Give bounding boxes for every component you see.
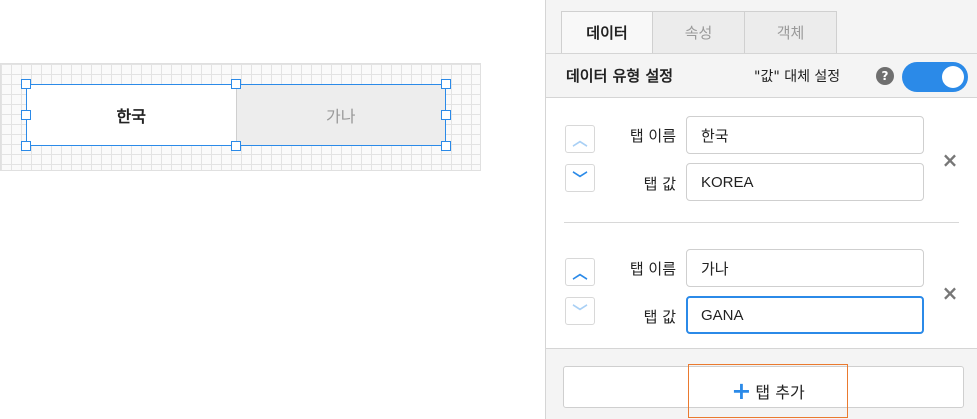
move-down-button[interactable]: ﹀ [565,297,595,325]
tab-value-label: 탭 값 [643,308,676,326]
tab-value-input[interactable] [686,296,924,334]
tab-properties[interactable]: 속성 [653,11,745,53]
tab-name-input[interactable] [686,249,924,287]
add-tab-button[interactable]: + 탭 추가 [688,364,848,418]
tab-item: ︿ ﹀ 탭 이름 탭 값 × [546,249,977,359]
remove-item-icon[interactable]: × [938,148,962,172]
resize-handle-bottom-left[interactable] [21,141,31,151]
section-title: 데이터 유형 설정 [566,67,674,85]
resize-handle-bottom[interactable] [231,141,241,151]
tab-item: ︿ ﹀ 탭 이름 탭 값 × [546,116,977,226]
data-type-settings-row: 데이터 유형 설정 "값" 대체 설정 ? [546,53,977,98]
remove-item-icon[interactable]: × [938,281,962,305]
plus-icon: + [731,377,752,405]
add-tab-label: 탭 추가 [755,383,805,402]
preview-tab-korea[interactable]: 한국 [27,85,236,145]
help-icon[interactable]: ? [876,67,894,85]
resize-handle-top[interactable] [231,79,241,89]
resize-handle-top-right[interactable] [441,79,451,89]
preview-tab-gana[interactable]: 가나 [235,85,445,145]
tab-name-label: 탭 이름 [629,127,676,145]
value-replace-toggle[interactable] [902,62,968,92]
tab-object[interactable]: 객체 [745,11,837,53]
move-up-button[interactable]: ︿ [565,125,595,153]
resize-handle-left[interactable] [21,110,31,120]
tab-component-preview[interactable]: 한국 가나 [26,84,446,146]
move-up-button[interactable]: ︿ [565,258,595,286]
tab-item-list: ︿ ﹀ 탭 이름 탭 값 × ︿ ﹀ 탭 이름 탭 값 × [546,98,977,349]
tab-name-input[interactable] [686,116,924,154]
tab-value-input[interactable] [686,163,924,201]
value-replace-label: "값" 대체 설정 [754,69,841,85]
tab-value-label: 탭 값 [643,175,676,193]
panel-tabbar: 데이터 속성 객체 [561,11,837,53]
chevron-down-icon: ﹀ [572,302,588,321]
move-down-button[interactable]: ﹀ [565,164,595,192]
chevron-down-icon: ﹀ [572,169,588,188]
property-panel: 데이터 속성 객체 데이터 유형 설정 "값" 대체 설정 ? ︿ ﹀ 탭 이름… [545,0,977,419]
item-divider [564,222,959,223]
resize-handle-bottom-right[interactable] [441,141,451,151]
toggle-knob [942,66,964,88]
chevron-up-icon: ︿ [572,130,588,149]
resize-handle-top-left[interactable] [21,79,31,89]
tab-data[interactable]: 데이터 [561,11,653,53]
resize-handle-right[interactable] [441,110,451,120]
tab-name-label: 탭 이름 [629,260,676,278]
chevron-up-icon: ︿ [572,263,588,282]
